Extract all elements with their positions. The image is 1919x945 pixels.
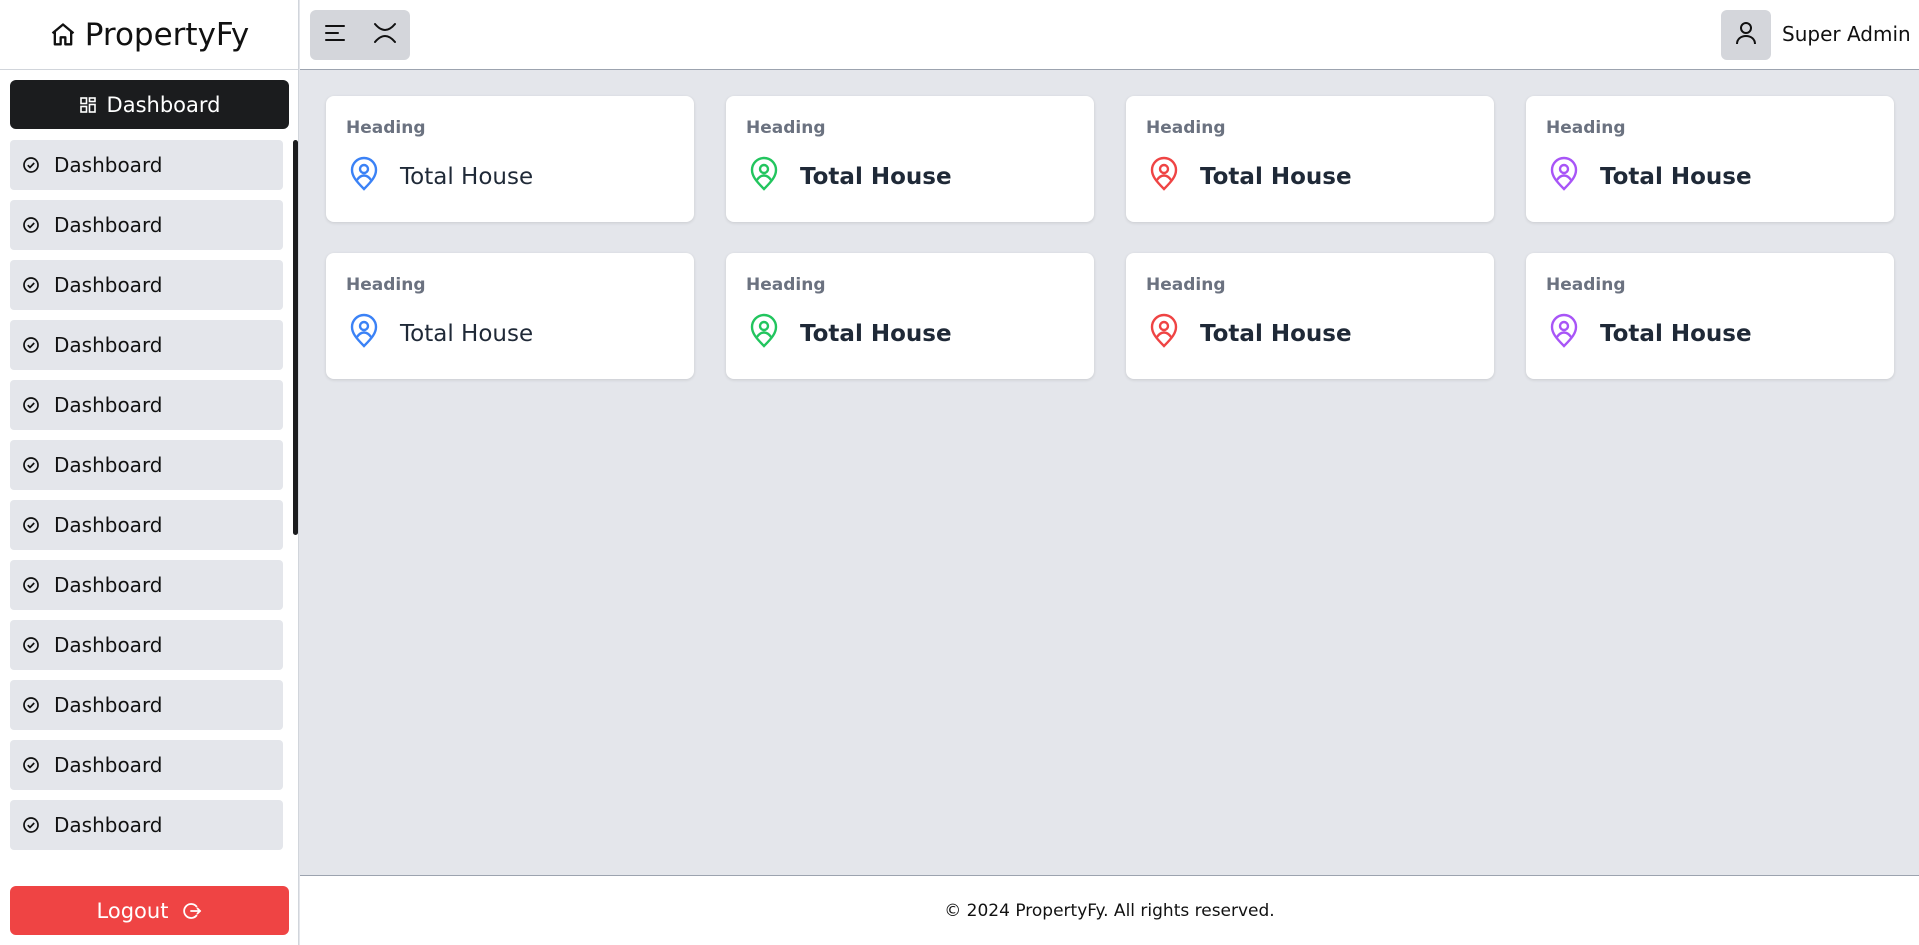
card-heading: Heading xyxy=(1546,118,1626,138)
footer: © 2024 PropertyFy. All rights reserved. xyxy=(300,875,1919,945)
card-heading: Heading xyxy=(746,118,826,138)
brand-name: PropertyFy xyxy=(84,16,250,53)
stat-card[interactable]: Heading Total House xyxy=(1126,253,1494,379)
sidebar-item-label: Dashboard xyxy=(54,213,163,237)
check-circle-icon xyxy=(22,456,40,474)
card-heading: Heading xyxy=(746,275,826,295)
sidebar-item-label: Dashboard xyxy=(54,153,163,177)
location-user-icon xyxy=(1546,313,1582,349)
location-user-icon xyxy=(746,313,782,349)
sidebar-item[interactable]: Dashboard xyxy=(10,680,283,730)
sidebar: PropertyFy Dashboard Dashboard Dashboard… xyxy=(0,0,299,945)
logout-icon xyxy=(182,901,202,921)
user-icon xyxy=(1732,19,1760,51)
sidebar-item[interactable]: Dashboard xyxy=(10,260,283,310)
stat-card[interactable]: Heading Total House xyxy=(1526,253,1894,379)
stat-card[interactable]: Heading Total House xyxy=(726,96,1094,222)
card-heading: Heading xyxy=(346,275,426,295)
menu-icon xyxy=(322,20,348,50)
check-circle-icon xyxy=(22,576,40,594)
sidebar-item-label: Dashboard xyxy=(54,573,163,597)
sidebar-item-dashboard-active[interactable]: Dashboard xyxy=(10,80,289,129)
sidebar-item-label: Dashboard xyxy=(54,693,163,717)
stat-card[interactable]: Heading Total House xyxy=(326,253,694,379)
stat-card[interactable]: Heading Total House xyxy=(1526,96,1894,222)
sidebar-item[interactable]: Dashboard xyxy=(10,440,283,490)
menu-toggle-button[interactable] xyxy=(310,10,360,60)
location-user-icon xyxy=(1546,156,1582,192)
sidebar-active-label: Dashboard xyxy=(106,92,221,117)
card-heading: Heading xyxy=(1146,118,1226,138)
sidebar-item[interactable]: Dashboard xyxy=(10,500,283,550)
card-value: Total House xyxy=(1600,321,1752,347)
check-circle-icon xyxy=(22,696,40,714)
close-icon xyxy=(372,20,398,50)
location-user-icon xyxy=(1146,156,1182,192)
home-icon xyxy=(49,21,77,49)
check-circle-icon xyxy=(22,216,40,234)
sidebar-item[interactable]: Dashboard xyxy=(10,380,283,430)
check-circle-icon xyxy=(22,516,40,534)
brand[interactable]: PropertyFy xyxy=(0,0,298,70)
stat-card[interactable]: Heading Total House xyxy=(326,96,694,222)
card-value: Total House xyxy=(1200,164,1352,190)
sidebar-item[interactable]: Dashboard xyxy=(10,140,283,190)
card-heading: Heading xyxy=(1146,275,1226,295)
card-value: Total House xyxy=(1200,321,1352,347)
sidebar-scrollbar[interactable] xyxy=(293,140,298,535)
sidebar-item[interactable]: Dashboard xyxy=(10,800,283,850)
card-value: Total House xyxy=(800,321,952,347)
sidebar-nav-list: Dashboard Dashboard Dashboard Dashboard … xyxy=(10,140,283,860)
location-user-icon xyxy=(1146,313,1182,349)
sidebar-item-label: Dashboard xyxy=(54,753,163,777)
sidebar-item-label: Dashboard xyxy=(54,813,163,837)
sidebar-item-label: Dashboard xyxy=(54,453,163,477)
check-circle-icon xyxy=(22,336,40,354)
location-user-icon xyxy=(346,156,382,192)
location-user-icon xyxy=(346,313,382,349)
card-value: Total House xyxy=(1600,164,1752,190)
check-circle-icon xyxy=(22,276,40,294)
close-button[interactable] xyxy=(360,10,410,60)
sidebar-item-label: Dashboard xyxy=(54,633,163,657)
check-circle-icon xyxy=(22,636,40,654)
sidebar-item[interactable]: Dashboard xyxy=(10,560,283,610)
top-header: Super Admin xyxy=(300,0,1919,70)
grid-icon xyxy=(79,96,97,114)
sidebar-item[interactable]: Dashboard xyxy=(10,320,283,370)
user-avatar-button[interactable] xyxy=(1721,10,1771,60)
check-circle-icon xyxy=(22,396,40,414)
sidebar-item[interactable]: Dashboard xyxy=(10,620,283,670)
check-circle-icon xyxy=(22,816,40,834)
sidebar-item[interactable]: Dashboard xyxy=(10,740,283,790)
card-value: Total House xyxy=(400,321,534,347)
card-heading: Heading xyxy=(1546,275,1626,295)
logout-button[interactable]: Logout xyxy=(10,886,289,935)
sidebar-item-label: Dashboard xyxy=(54,393,163,417)
card-value: Total House xyxy=(800,164,952,190)
sidebar-item[interactable]: Dashboard xyxy=(10,200,283,250)
footer-copyright: © 2024 PropertyFy. All rights reserved. xyxy=(944,900,1275,921)
logout-label: Logout xyxy=(96,898,169,923)
location-user-icon xyxy=(746,156,782,192)
check-circle-icon xyxy=(22,756,40,774)
card-value: Total House xyxy=(400,164,534,190)
check-circle-icon xyxy=(22,156,40,174)
card-heading: Heading xyxy=(346,118,426,138)
sidebar-item-label: Dashboard xyxy=(54,333,163,357)
sidebar-item-label: Dashboard xyxy=(54,273,163,297)
sidebar-item-label: Dashboard xyxy=(54,513,163,537)
stat-card[interactable]: Heading Total House xyxy=(1126,96,1494,222)
user-name[interactable]: Super Admin xyxy=(1782,22,1911,46)
stat-card[interactable]: Heading Total House xyxy=(726,253,1094,379)
